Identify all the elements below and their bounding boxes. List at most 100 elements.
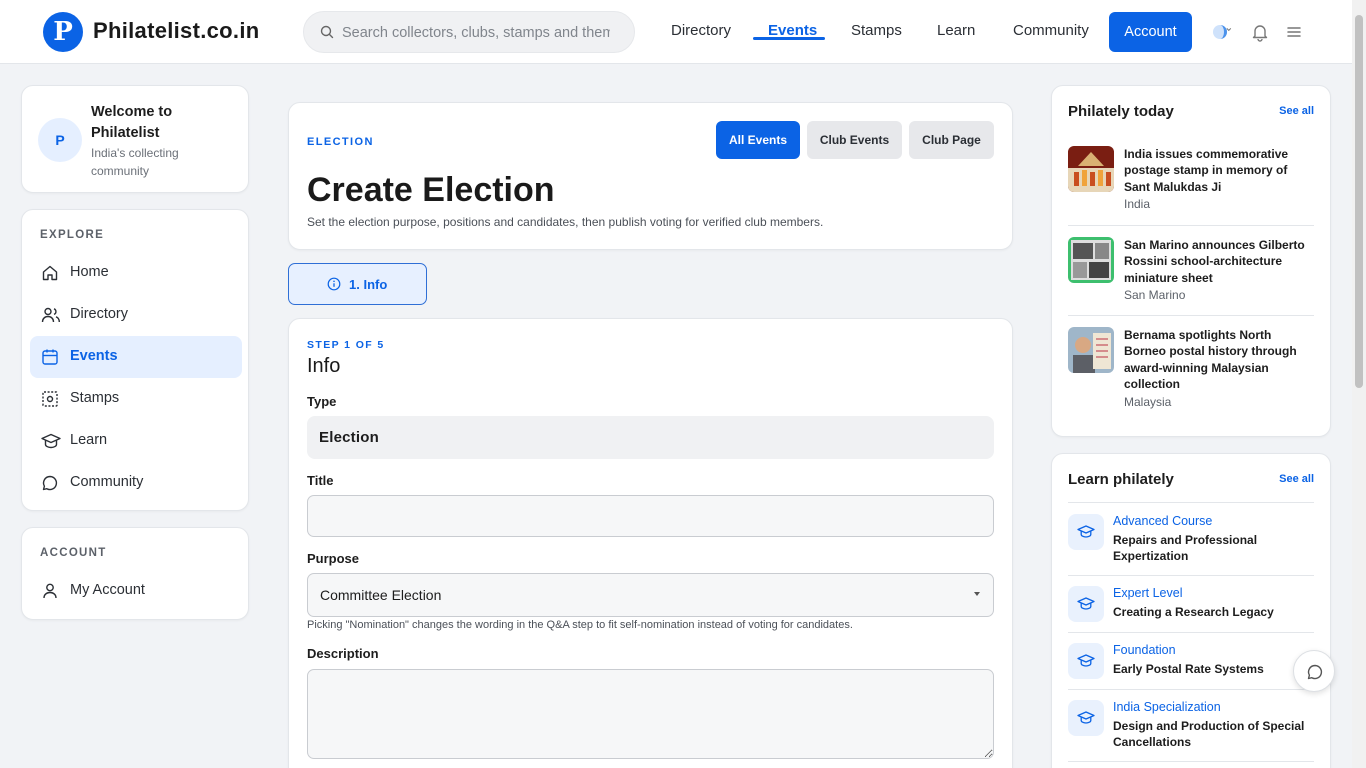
learn-see-all-link[interactable]: See all xyxy=(1279,473,1314,485)
nav-learn[interactable]: Learn xyxy=(937,22,975,39)
theme-toggle-icon[interactable] xyxy=(1211,23,1239,41)
sidebar-item-label: Stamps xyxy=(70,390,120,406)
learn-philately-card: Learn philately See all Advanced Course … xyxy=(1051,453,1331,768)
nav-stamps[interactable]: Stamps xyxy=(851,22,902,39)
logo-icon[interactable]: P xyxy=(43,12,83,52)
news-thumbnail xyxy=(1068,327,1114,373)
info-icon xyxy=(327,277,341,291)
sidebar-item-label: Events xyxy=(70,348,118,364)
learn-item[interactable]: Foundation Early Postal Rate Systems xyxy=(1068,643,1314,688)
news-country: Malaysia xyxy=(1124,395,1172,409)
chevron-down-icon xyxy=(974,592,980,596)
sidebar-item-stamps[interactable]: Stamps xyxy=(30,378,242,420)
news-title: Bernama spotlights North Borneo postal h… xyxy=(1124,328,1297,391)
divider xyxy=(1068,315,1314,316)
page-title: Create Election xyxy=(307,171,555,209)
purpose-label: Purpose xyxy=(307,551,360,566)
nav-community[interactable]: Community xyxy=(1013,22,1089,39)
election-form-card: STEP 1 OF 5 Info Type Election Title Pur… xyxy=(288,318,1013,768)
description-textarea[interactable] xyxy=(307,669,994,759)
sidebar-item-label: My Account xyxy=(70,582,145,598)
news-item[interactable]: India issues commemorative postage stamp… xyxy=(1068,146,1314,216)
account-nav-card: ACCOUNT My Account xyxy=(21,527,249,620)
nav-directory[interactable]: Directory xyxy=(671,22,731,39)
graduation-cap-icon xyxy=(1068,700,1104,736)
learn-item[interactable]: India Specialization Design and Producti… xyxy=(1068,700,1314,760)
calendar-icon xyxy=(42,349,58,365)
news-country: India xyxy=(1124,197,1151,211)
chat-icon xyxy=(42,475,58,491)
sidebar-item-learn[interactable]: Learn xyxy=(30,420,242,462)
page-scrollbar[interactable] xyxy=(1352,0,1366,768)
news-item[interactable]: San Marino announces Gilberto Rossini sc… xyxy=(1068,237,1314,307)
avatar: P xyxy=(38,118,82,162)
stamp-icon xyxy=(42,391,58,407)
sidebar-item-my-account[interactable]: My Account xyxy=(30,570,242,612)
purpose-select[interactable]: Committee Election xyxy=(307,573,994,617)
search-icon xyxy=(320,25,334,39)
learn-philately-title: Learn philately xyxy=(1068,471,1174,488)
nav-active-indicator xyxy=(753,37,825,40)
learn-category[interactable]: Advanced Course xyxy=(1113,514,1212,528)
sidebar-item-label: Learn xyxy=(70,432,108,448)
news-title: India issues commemorative postage stamp… xyxy=(1124,147,1289,194)
step-tab-info[interactable]: 1. Info xyxy=(288,263,427,305)
welcome-title: Welcome to Philatelist xyxy=(91,104,173,141)
chat-bubble-icon xyxy=(1307,664,1323,680)
learn-category[interactable]: India Specialization xyxy=(1113,700,1221,714)
learn-title: Design and Production of Special Cancell… xyxy=(1113,719,1305,749)
learn-title: Creating a Research Legacy xyxy=(1113,605,1274,619)
form-heading: Info xyxy=(307,355,341,377)
news-title: San Marino announces Gilberto Rossini sc… xyxy=(1124,238,1305,285)
sidebar-item-label: Directory xyxy=(70,306,129,322)
divider xyxy=(1068,761,1314,762)
home-icon xyxy=(42,265,58,281)
scrollbar-thumb[interactable] xyxy=(1355,15,1363,388)
step-label: STEP 1 OF 5 xyxy=(307,339,385,351)
chat-button[interactable] xyxy=(1293,650,1335,692)
divider xyxy=(1068,575,1314,576)
page-header-card: ELECTION All Events Club Events Club Pag… xyxy=(288,102,1013,250)
all-events-button[interactable]: All Events xyxy=(716,121,800,159)
title-input[interactable] xyxy=(307,495,994,537)
account-button[interactable]: Account xyxy=(1109,12,1192,52)
learn-category[interactable]: Expert Level xyxy=(1113,586,1182,600)
bell-icon[interactable] xyxy=(1250,22,1270,42)
divider xyxy=(1068,689,1314,690)
users-icon xyxy=(41,307,60,323)
learn-category[interactable]: Foundation xyxy=(1113,643,1176,657)
graduation-cap-icon xyxy=(41,433,61,449)
account-section-label: ACCOUNT xyxy=(40,547,107,559)
news-item[interactable]: Bernama spotlights North Borneo postal h… xyxy=(1068,327,1314,417)
brand-name[interactable]: Philatelist.co.in xyxy=(93,18,259,44)
page-subtitle: Set the election purpose, positions and … xyxy=(307,215,824,229)
search-bar[interactable] xyxy=(303,11,635,53)
type-label: Type xyxy=(307,394,337,409)
news-see-all-link[interactable]: See all xyxy=(1279,105,1314,117)
philately-today-title: Philately today xyxy=(1068,103,1174,120)
sidebar-item-home[interactable]: Home xyxy=(30,252,242,294)
explore-section-label: EXPLORE xyxy=(40,229,105,241)
top-navbar: P Philatelist.co.in Directory Events Sta… xyxy=(0,0,1352,64)
graduation-cap-icon xyxy=(1068,643,1104,679)
sidebar-item-label: Community xyxy=(70,474,144,490)
sidebar-item-community[interactable]: Community xyxy=(30,462,242,504)
title-label: Title xyxy=(307,473,334,488)
divider xyxy=(1068,502,1314,503)
learn-item[interactable]: Expert Level Creating a Research Legacy xyxy=(1068,586,1314,631)
hamburger-menu-icon[interactable] xyxy=(1286,24,1302,40)
purpose-value: Committee Election xyxy=(320,587,442,603)
type-field: Election xyxy=(307,416,994,459)
sidebar-item-events[interactable]: Events xyxy=(30,336,242,378)
sidebar-item-directory[interactable]: Directory xyxy=(30,294,242,336)
divider xyxy=(1068,225,1314,226)
graduation-cap-icon xyxy=(1068,586,1104,622)
club-events-button[interactable]: Club Events xyxy=(807,121,902,159)
club-page-button[interactable]: Club Page xyxy=(909,121,994,159)
description-label: Description xyxy=(307,646,379,661)
page-kicker: ELECTION xyxy=(307,136,374,148)
learn-item[interactable]: Advanced Course Repairs and Professional… xyxy=(1068,514,1314,574)
news-country: San Marino xyxy=(1124,288,1186,302)
graduation-cap-icon xyxy=(1068,514,1104,550)
search-input[interactable] xyxy=(342,22,610,44)
